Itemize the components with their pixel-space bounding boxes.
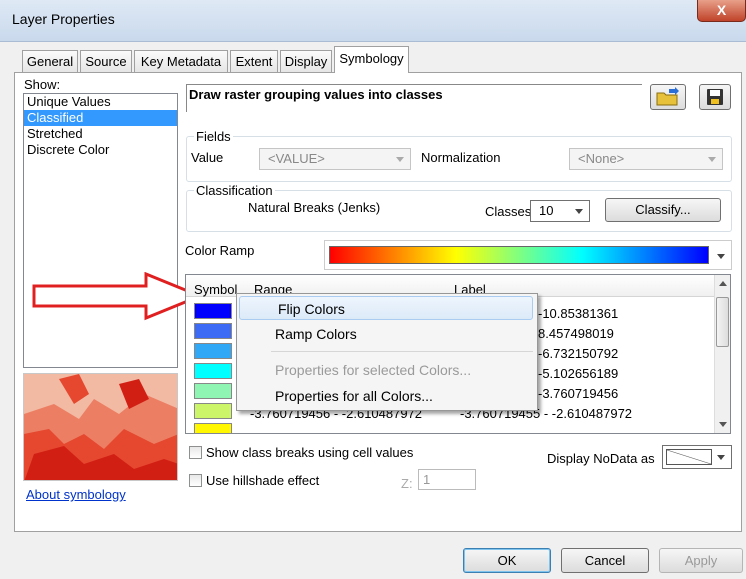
symbol-swatch[interactable]: [194, 323, 232, 339]
symbol-swatch[interactable]: [194, 363, 232, 379]
ok-button[interactable]: OK: [463, 548, 551, 573]
symbol-swatch[interactable]: [194, 303, 232, 319]
cancel-button[interactable]: Cancel: [561, 548, 649, 573]
table-cell-label[interactable]: -5.102656189: [538, 366, 730, 381]
menu-item-properties-all[interactable]: Properties for all Colors...: [237, 384, 535, 408]
show-list[interactable]: Unique Values Classified Stretched Discr…: [23, 93, 178, 368]
scroll-down-icon[interactable]: [719, 422, 727, 427]
scroll-thumb[interactable]: [716, 297, 729, 347]
use-hillshade-label: Use hillshade effect: [206, 473, 320, 488]
renderer-heading: Draw raster grouping values into classes: [186, 84, 642, 112]
use-hillshade-checkbox[interactable]: [189, 474, 202, 487]
show-class-breaks-checkbox[interactable]: [189, 446, 202, 459]
value-label: Value: [191, 150, 224, 165]
table-cell-label[interactable]: -6.732150792: [538, 346, 730, 361]
chevron-down-icon: [708, 157, 716, 162]
nodata-color-swatch: [666, 449, 712, 465]
tab-extent[interactable]: Extent: [230, 50, 278, 72]
color-ramp-swatch: [329, 246, 709, 264]
menu-item-properties-selected: Properties for selected Colors...: [275, 362, 472, 378]
chevron-down-icon: [575, 209, 583, 214]
show-item-unique-values[interactable]: Unique Values: [24, 94, 177, 110]
z-label: Z:: [401, 476, 413, 491]
classification-method: Natural Breaks (Jenks): [248, 200, 381, 215]
context-menu: Flip Colors Ramp Colors Properties for s…: [236, 293, 538, 411]
menu-item-flip-colors[interactable]: Flip Colors: [239, 296, 533, 320]
table-cell-label[interactable]: -10.85381361: [538, 306, 730, 321]
show-label: Show:: [24, 77, 61, 92]
show-class-breaks-label: Show class breaks using cell values: [206, 445, 414, 460]
chevron-down-icon: [717, 254, 725, 259]
symbol-swatch[interactable]: [194, 343, 232, 359]
color-ramp-label: Color Ramp: [185, 243, 255, 258]
tab-general[interactable]: General: [22, 50, 78, 72]
chevron-down-icon: [717, 455, 725, 460]
fields-label: Fields: [194, 129, 233, 144]
open-folder-button[interactable]: [650, 84, 686, 110]
close-button[interactable]: X: [697, 0, 746, 22]
classification-label: Classification: [194, 183, 275, 198]
floppy-disk-icon: [707, 89, 723, 105]
menu-separator: [271, 351, 533, 352]
about-symbology-link[interactable]: About symbology: [26, 487, 126, 502]
classes-select[interactable]: 10: [530, 200, 590, 222]
tab-key-metadata[interactable]: Key Metadata: [134, 50, 228, 72]
normalization-select[interactable]: <None>: [569, 148, 723, 170]
table-cell-label[interactable]: -3.760719456: [538, 386, 730, 401]
z-factor-input[interactable]: 1: [418, 469, 476, 490]
color-ramp-select[interactable]: [324, 240, 732, 270]
table-cell-label[interactable]: 8.457498019: [538, 326, 730, 341]
show-item-stretched[interactable]: Stretched: [24, 126, 177, 142]
tab-display[interactable]: Display: [280, 50, 332, 72]
folder-icon: [656, 87, 679, 106]
apply-button: Apply: [659, 548, 743, 573]
save-button[interactable]: [699, 84, 731, 110]
nodata-color-picker[interactable]: [662, 445, 732, 469]
symbol-swatch[interactable]: [194, 403, 232, 419]
symbology-preview-image: [23, 373, 178, 481]
classify-button[interactable]: Classify...: [605, 198, 721, 222]
normalization-text: <None>: [578, 151, 625, 166]
display-nodata-label: Display NoData as: [547, 451, 655, 466]
tab-symbology[interactable]: Symbology: [334, 46, 409, 73]
value-field-select[interactable]: <VALUE>: [259, 148, 411, 170]
table-scrollbar[interactable]: [714, 275, 730, 433]
window-title: Layer Properties: [12, 11, 115, 27]
symbol-swatch[interactable]: [194, 423, 232, 433]
normalization-label: Normalization: [421, 150, 501, 165]
menu-item-ramp-colors[interactable]: Ramp Colors: [237, 322, 535, 346]
red-arrow-annotation: [32, 272, 204, 321]
scroll-up-icon[interactable]: [719, 281, 727, 286]
value-field-text: <VALUE>: [268, 151, 325, 166]
tab-source[interactable]: Source: [80, 50, 132, 72]
show-item-classified[interactable]: Classified: [24, 110, 177, 126]
classes-label: Classes: [485, 204, 532, 219]
chevron-down-icon: [396, 157, 404, 162]
show-item-discrete-color[interactable]: Discrete Color: [24, 142, 177, 158]
classes-value: 10: [539, 203, 554, 218]
symbol-swatch[interactable]: [194, 383, 232, 399]
column-header-symbol[interactable]: Symbol: [194, 282, 237, 297]
